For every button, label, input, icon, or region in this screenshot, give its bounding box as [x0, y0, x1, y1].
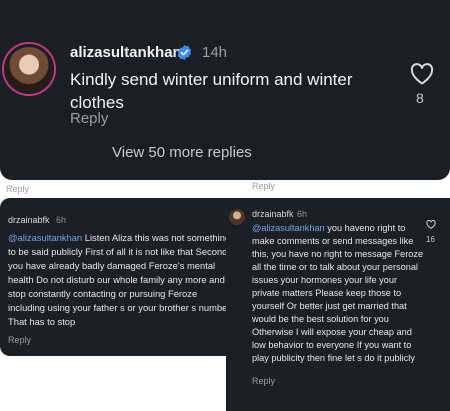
username[interactable]: drzainabfk — [8, 215, 50, 225]
comment-text: @alizasultankhan you haveno right to mak… — [252, 222, 424, 365]
username[interactable]: drzainabfk — [252, 209, 294, 219]
view-more-replies-button[interactable]: View 50 more replies — [112, 144, 252, 161]
like-count: 16 — [426, 235, 435, 244]
comment-time: 14h — [202, 44, 228, 61]
reply-button[interactable]: Reply — [252, 376, 275, 386]
reply-button[interactable]: Reply — [8, 335, 31, 345]
mention-link[interactable]: @alizasultankhan — [252, 223, 325, 233]
main-comment-card: alizasultankhan 14h Kindly send winter u… — [0, 0, 450, 180]
comment-time: 6h — [297, 209, 308, 219]
heart-icon[interactable] — [410, 63, 434, 85]
avatar[interactable] — [4, 44, 54, 94]
avatar[interactable] — [229, 209, 245, 225]
comment-text: Kindly send winter uniform and winter cl… — [70, 70, 353, 112]
like-count: 8 — [416, 90, 424, 106]
username[interactable]: alizasultankhan — [70, 44, 182, 61]
heart-icon[interactable] — [426, 220, 436, 229]
comment-body: Listen Aliza this was not something to b… — [8, 232, 231, 327]
mention-link[interactable]: @alizasultankhan — [8, 232, 82, 243]
verified-badge-icon — [177, 44, 192, 61]
comment-text: @alizasultankhan Listen Aliza this was n… — [8, 231, 234, 329]
reply-button[interactable]: Reply — [252, 181, 275, 191]
reply-button[interactable]: Reply — [6, 184, 29, 194]
comment-body: you haveno right to make comments or sen… — [252, 223, 424, 363]
reply-button[interactable]: Reply — [70, 110, 108, 127]
comment-time: 6h — [56, 215, 67, 225]
